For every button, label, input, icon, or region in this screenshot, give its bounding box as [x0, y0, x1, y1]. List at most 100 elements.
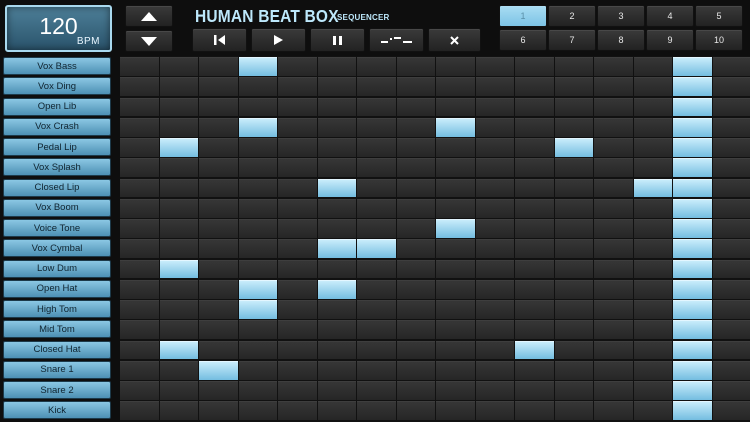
step-cell[interactable]	[673, 239, 712, 258]
step-cell[interactable]	[633, 97, 672, 117]
step-cell[interactable]	[278, 198, 317, 218]
step-cell[interactable]	[475, 178, 514, 198]
step-cell[interactable]	[594, 300, 633, 319]
step-cell[interactable]	[554, 219, 593, 238]
pattern-button-3[interactable]: 3	[597, 5, 645, 27]
step-cell[interactable]	[238, 340, 277, 360]
step-cell[interactable]	[594, 279, 633, 299]
step-cell[interactable]	[712, 198, 750, 218]
step-cell[interactable]	[633, 239, 672, 258]
step-cell[interactable]	[317, 340, 356, 360]
step-cell[interactable]	[317, 239, 356, 258]
step-cell[interactable]	[554, 300, 593, 319]
step-cell[interactable]	[673, 279, 712, 299]
step-cell[interactable]	[396, 239, 435, 258]
step-cell[interactable]	[238, 178, 277, 198]
step-cell[interactable]	[317, 158, 356, 177]
step-cell[interactable]	[594, 239, 633, 258]
step-cell[interactable]	[120, 239, 159, 258]
step-cell[interactable]	[357, 198, 396, 218]
step-cell[interactable]	[633, 77, 672, 96]
step-cell[interactable]	[199, 239, 238, 258]
step-cell[interactable]	[357, 300, 396, 319]
step-cell[interactable]	[159, 300, 198, 319]
step-cell[interactable]	[554, 77, 593, 96]
step-cell[interactable]	[436, 300, 475, 319]
step-cell[interactable]	[712, 138, 750, 157]
step-cell[interactable]	[159, 198, 198, 218]
step-cell[interactable]	[475, 259, 514, 279]
step-cell[interactable]	[159, 77, 198, 96]
step-cell[interactable]	[317, 279, 356, 299]
step-cell[interactable]	[357, 97, 396, 117]
step-cell[interactable]	[633, 300, 672, 319]
step-cell[interactable]	[357, 320, 396, 339]
step-cell[interactable]	[633, 57, 672, 76]
step-cell[interactable]	[594, 117, 633, 137]
step-cell[interactable]	[673, 320, 712, 339]
step-cell[interactable]	[712, 300, 750, 319]
step-cell[interactable]	[120, 300, 159, 319]
step-cell[interactable]	[712, 178, 750, 198]
step-cell[interactable]	[515, 381, 554, 400]
step-cell[interactable]	[396, 300, 435, 319]
step-cell[interactable]	[554, 239, 593, 258]
step-cell[interactable]	[712, 117, 750, 137]
step-cell[interactable]	[436, 259, 475, 279]
step-cell[interactable]	[712, 279, 750, 299]
pattern-button-4[interactable]: 4	[646, 5, 694, 27]
step-cell[interactable]	[475, 198, 514, 218]
step-cell[interactable]	[120, 158, 159, 177]
step-cell[interactable]	[396, 97, 435, 117]
step-cell[interactable]	[357, 77, 396, 96]
step-cell[interactable]	[633, 381, 672, 400]
step-cell[interactable]	[199, 340, 238, 360]
step-cell[interactable]	[159, 239, 198, 258]
track-label[interactable]: Vox Splash	[3, 158, 111, 177]
step-cell[interactable]	[159, 320, 198, 339]
step-cell[interactable]	[515, 138, 554, 157]
step-cell[interactable]	[396, 198, 435, 218]
step-cell[interactable]	[120, 320, 159, 339]
step-cell[interactable]	[554, 97, 593, 117]
track-label[interactable]: Vox Cymbal	[3, 239, 111, 258]
step-cell[interactable]	[238, 401, 277, 420]
step-cell[interactable]	[436, 198, 475, 218]
track-label[interactable]: Snare 2	[3, 381, 111, 399]
step-cell[interactable]	[712, 219, 750, 238]
step-cell[interactable]	[515, 360, 554, 380]
pattern-button-7[interactable]: 7	[548, 29, 596, 51]
step-cell[interactable]	[594, 340, 633, 360]
step-cell[interactable]	[278, 117, 317, 137]
step-cell[interactable]	[475, 381, 514, 400]
step-cell[interactable]	[357, 219, 396, 238]
step-cell[interactable]	[515, 178, 554, 198]
step-cell[interactable]	[594, 401, 633, 420]
step-cell[interactable]	[515, 259, 554, 279]
step-cell[interactable]	[238, 138, 277, 157]
step-cell[interactable]	[515, 401, 554, 420]
step-cell[interactable]	[238, 360, 277, 380]
step-cell[interactable]	[159, 97, 198, 117]
step-cell[interactable]	[633, 117, 672, 137]
step-cell[interactable]	[633, 178, 672, 198]
step-cell[interactable]	[594, 57, 633, 76]
pattern-button-8[interactable]: 8	[597, 29, 645, 51]
step-cell[interactable]	[199, 279, 238, 299]
step-cell[interactable]	[673, 77, 712, 96]
step-cell[interactable]	[475, 320, 514, 339]
step-cell[interactable]	[238, 198, 277, 218]
step-cell[interactable]	[594, 77, 633, 96]
step-cell[interactable]	[594, 381, 633, 400]
step-cell[interactable]	[357, 178, 396, 198]
step-cell[interactable]	[199, 57, 238, 76]
step-cell[interactable]	[238, 57, 277, 76]
step-cell[interactable]	[278, 401, 317, 420]
step-cell[interactable]	[278, 360, 317, 380]
step-cell[interactable]	[594, 259, 633, 279]
step-cell[interactable]	[199, 97, 238, 117]
step-cell[interactable]	[357, 57, 396, 76]
step-cell[interactable]	[712, 340, 750, 360]
step-cell[interactable]	[594, 178, 633, 198]
step-cell[interactable]	[554, 360, 593, 380]
